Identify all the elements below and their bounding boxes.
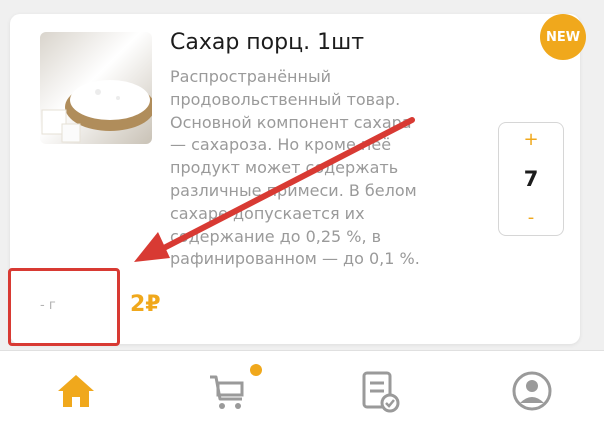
cart-icon xyxy=(210,375,244,409)
user-icon xyxy=(512,371,552,411)
nav-cart[interactable] xyxy=(206,369,250,413)
cart-notification-dot xyxy=(250,364,262,376)
bottom-navigation xyxy=(0,350,604,425)
checklist-icon xyxy=(362,371,400,413)
nav-profile[interactable] xyxy=(510,369,554,413)
nav-orders[interactable] xyxy=(358,369,402,413)
home-icon xyxy=(58,375,94,407)
nav-home[interactable] xyxy=(54,369,98,413)
